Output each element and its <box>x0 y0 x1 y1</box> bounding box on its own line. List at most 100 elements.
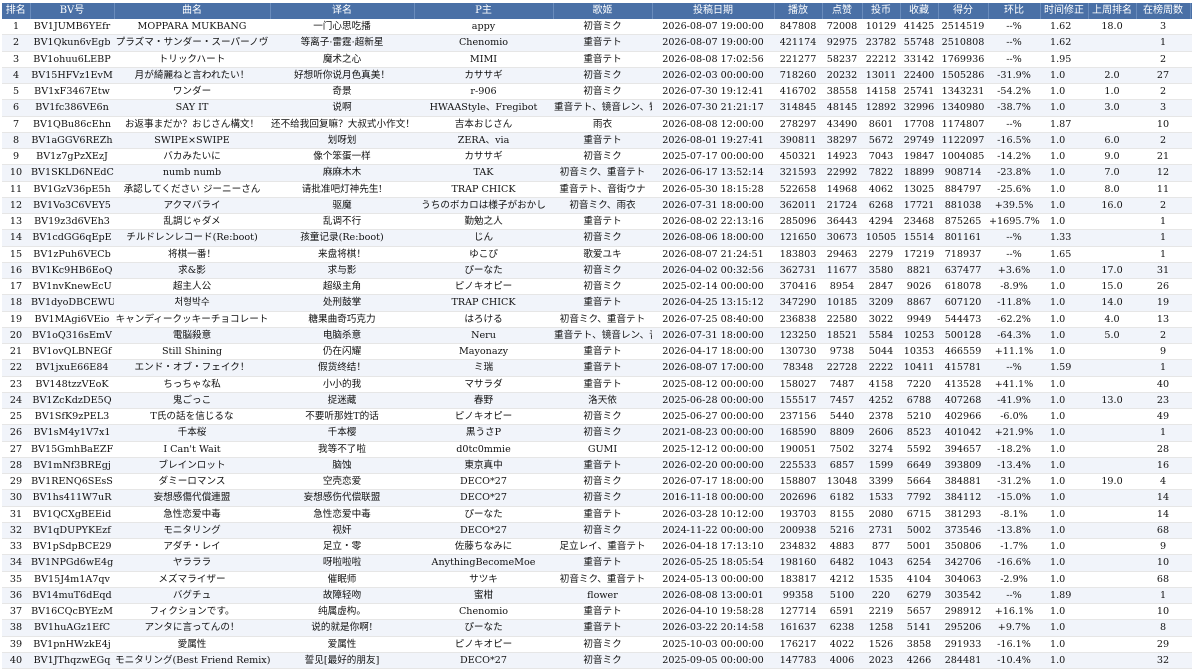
table-row[interactable]: 33 BV1pSdpBCE29 アダチ・レイ 足立・零 佐藤ちなみに 足立レイ、重音テト 2… <box>2 538 1192 556</box>
table-row[interactable]: 15 BV1zPuh6VECb 将棋一番！ 来盘将棋！ ゆこぴ 歌爱ユキ 2026-08-0… <box>2 246 1192 263</box>
table-row[interactable]: 17 BV1nvKnewEcU 超主人公 超级主角 ピノキオピー 初音ミク 2025-02-… <box>2 278 1192 296</box>
table-row[interactable]: 21 BV1ovQLBNEGf Still Shining 仍在闪耀 Mayonazy 重… <box>2 343 1192 361</box>
column-header-likes[interactable]: 点赞 <box>822 3 863 19</box>
table-row[interactable]: 37 BV16CQcBYEzM フィクションです。 纯属虚构。 Chenomio 重音テト… <box>2 603 1192 621</box>
cell-time-correction: 1.0 <box>1040 311 1088 328</box>
table-row[interactable]: 2 BV1Qkun6vEgb プラズマ・サンダー・スーパーノヴ 等离子·雷霆·超新星 C… <box>2 34 1192 52</box>
cell-coins: 4062 <box>862 181 900 198</box>
column-header-views[interactable]: 播放 <box>774 3 823 19</box>
cell-upload-date: 2026-08-07 21:24:51 <box>652 246 774 263</box>
cell-upload-date: 2025-07-17 00:00:00 <box>652 148 774 166</box>
cell-upload-date: 2026-07-31 18:00:00 <box>652 327 774 345</box>
cell-translated-title: 小小的我 <box>270 376 414 393</box>
column-header-score[interactable]: 得分 <box>938 3 989 19</box>
cell-translated-title: 处刑鼓掌 <box>270 294 414 312</box>
cell-favorites: 32996 <box>900 99 938 117</box>
table-row[interactable]: 40 BV1JThqzwEGq モニタリング(Best Friend Remix) 誓… <box>2 652 1192 669</box>
column-header-song-title[interactable]: 曲名 <box>114 3 271 19</box>
cell-likes: 30673 <box>822 229 862 247</box>
table-row[interactable]: 22 BV1jxuE66E84 エンド・オブ・フェイク！ 假货终结！ ミ瑞 重音テト 202… <box>2 359 1192 377</box>
cell-translated-title: 还不给我回复嘛？大叔式小作文！ <box>270 116 414 133</box>
column-header-time-correction[interactable]: 时间修正 <box>1040 3 1089 19</box>
cell-score: 284481 <box>938 652 988 669</box>
cell-favorites: 7792 <box>900 489 938 507</box>
table-row[interactable]: 36 BV14muT6dEqd バグチュ 故障轻吻 蜜柑 flower 2026-08-08… <box>2 587 1192 605</box>
column-header-favorites[interactable]: 收藏 <box>900 3 939 19</box>
column-header-translated-title[interactable]: 译名 <box>270 3 415 19</box>
cell-views: 161637 <box>774 619 822 637</box>
table-row[interactable]: 26 BV1sM4y1V7x1 千本桜 千本樱 黒うさP 初音ミク 2021-08-23 0… <box>2 424 1192 442</box>
cell-time-correction: 1.0 <box>1040 262 1088 280</box>
table-row[interactable]: 31 BV1QCXgBEEid 急性恋爱中毒 急性恋爱中毒 ぴーなた 重音テト 2026-0… <box>2 506 1192 523</box>
table-row[interactable]: 25 BV1SfK9zPEL3 T氏の話を信じるな 不要听那姓T的话 ピノキオピー 初音ミ… <box>2 408 1192 426</box>
cell-time-correction: 1.87 <box>1040 116 1088 133</box>
table-row[interactable]: 30 BV1hs411W7uR 妄想感傷代償連盟 妄想感伤代偿联盟 DECO*27 初音ミ… <box>2 489 1192 507</box>
cell-rank: 24 <box>2 392 30 410</box>
cell-time-correction: 1.62 <box>1040 34 1088 52</box>
table-row[interactable]: 20BV1oQ316sEmV電脳殺意电脑杀意Neru重音テト、镜音レン、音街ウ2… <box>2 327 1192 345</box>
column-header-weeks-on-chart[interactable]: 在榜周数 <box>1136 3 1191 19</box>
column-header-producer[interactable]: P主 <box>414 3 554 19</box>
cell-favorites: 17219 <box>900 246 938 263</box>
table-row[interactable]: 11 BV1GzV36pE5h 承認してください ジーニーさん 请批准吧灯神先生! TR… <box>2 181 1192 198</box>
table-row[interactable]: 1 BV1JUMB6YEfr MOPPARA MUKBANG 一门心思吃播 appy 初音… <box>2 19 1192 36</box>
table-row[interactable]: 9 BV1z7gPzXEzJ バカみたいに 像个笨蛋一样 カササギ 初音ミク 2025-07… <box>2 148 1192 166</box>
table-row[interactable]: 14 BV1cdGG6qEpE チルドレンレコード(Re:boot) 孩童记录(Re:… <box>2 229 1192 247</box>
table-row[interactable]: 23 BV148tzzVEoK ちっちゃな私 小小的我 マサラダ 重音テト 2025-08-… <box>2 376 1192 393</box>
cell-last-week-rank <box>1088 554 1136 572</box>
cell-time-correction: 1.0 <box>1040 197 1088 215</box>
cell-bv-id: BV1zPuh6VECb <box>30 246 114 263</box>
table-row[interactable]: 8 BV1aGGV6REZh SWIPE×SWIPE 划呀划 ZERA、via 重音テト 2… <box>2 132 1192 150</box>
cell-producer: HWAAStyle、Fregibot <box>414 99 553 117</box>
column-header-change[interactable]: 环比 <box>988 3 1041 19</box>
cell-producer: DECO*27 <box>414 522 553 540</box>
column-header-rank[interactable]: 排名 <box>2 3 31 19</box>
table-row[interactable]: 28 BV1mNf3BREgj ブレインロット 脑蚀 東京真中 重音テト 2026-02-2… <box>2 457 1192 475</box>
cell-views: 127714 <box>774 603 822 621</box>
cell-rank: 20 <box>2 327 30 345</box>
cell-translated-title: 魔术之心 <box>270 51 414 68</box>
table-row[interactable]: 38 BV1huAGz1EfC アンタに言ってんの！ 说的就是你啊! ぴーなた 重音テト 2… <box>2 619 1192 637</box>
cell-score: 718937 <box>938 246 988 263</box>
table-row[interactable]: 13 BV19z3d6VEh3 乱調じゃダメ 乱调不行 勤勉之人 重音テト 2026-08-… <box>2 213 1192 231</box>
column-header-coins[interactable]: 投币 <box>862 3 901 19</box>
cell-time-correction: 1.0 <box>1040 132 1088 150</box>
cell-rank: 37 <box>2 603 30 621</box>
cell-translated-title: 故障轻吻 <box>270 587 414 605</box>
table-row[interactable]: 19 BV1MAgi6VEio キャンディークッキーチョコレート 糖果曲奇巧克力 はろけ… <box>2 311 1192 328</box>
cell-time-correction: 1.0 <box>1040 554 1088 572</box>
table-row[interactable]: 24 BV1ZcKdzDE5Q 鬼ごっこ 捉迷藏 春野 洛天依 2025-06-28 00:… <box>2 392 1192 410</box>
table-row[interactable]: 39 BV1pnHWzkE4j 愛属性 爱属性 ピノキオピー 初音ミク 2025-10-03… <box>2 636 1192 653</box>
table-row[interactable]: 7 BV1QBu86cEhn お返事まだか？おじさん構文！ 还不给我回复嘛？大叔式小作… <box>2 116 1192 133</box>
table-row[interactable]: 18 BV1dyoDBCEWU 처형박수 处刑鼓掌 TRAP CHICK 重音テト 2026… <box>2 294 1192 312</box>
cell-likes: 29463 <box>822 246 862 263</box>
table-row[interactable]: 6 BV1fc386VE6n SAY IT 说啊 HWAAStyle、Fregibot 重… <box>2 99 1192 117</box>
table-row[interactable]: 12 BV1Vo3C6VEY5 アクマバライ 驱魔 うちのボカロは様子がおかし 初音ミク、… <box>2 197 1192 215</box>
table-row[interactable]: 29 BV1RENQ6SEsS ダミーロマンス 空壳恋爱 DECO*27 初音ミク 2026… <box>2 473 1192 491</box>
table-row[interactable]: 3 BV1ohuu6LEBP トリックハート 魔术之心 MIMI 重音テト 2026-08-… <box>2 51 1192 68</box>
cell-change: -64.3% <box>988 327 1040 345</box>
cell-translated-title: 求与影 <box>270 262 414 280</box>
cell-change: -14.2% <box>988 148 1040 166</box>
cell-translated-title: 等离子·雷霆·超新星 <box>270 34 414 52</box>
cell-rank: 9 <box>2 148 30 166</box>
table-row[interactable]: 35 BV15J4m1A7qv メズマライザー 催眠师 サツキ 初音ミク、重音テト 2024… <box>2 571 1192 588</box>
table-row[interactable]: 4 BV15HFVz1EvM 月が綺麗ねと言われたい！ 好想听你说月色真美！ カササギ初… <box>2 67 1192 85</box>
cell-change: -54.2% <box>988 83 1040 101</box>
table-row[interactable]: 32 BV1qDUPYKEzf モニタリング 视奸 DECO*27 初音ミク 2024-11… <box>2 522 1192 540</box>
cell-weeks-on-chart: 3 <box>1136 19 1190 36</box>
column-header-bv-id[interactable]: BV号 <box>30 3 115 19</box>
table-row[interactable]: 10 BV1SKLD6NEdC numb numb 麻麻木木 TAK 初音ミク、重音テト 2… <box>2 164 1192 182</box>
table-row[interactable]: 34 BV1NPGd6wE4g ヤラララ 呀啦啦啦 AnythingBecomeMoe 重… <box>2 554 1192 572</box>
column-header-upload-date[interactable]: 投稿日期 <box>652 3 775 19</box>
cell-coins: 6268 <box>862 197 900 215</box>
column-header-last-week-rank[interactable]: 上周排名 <box>1088 3 1137 19</box>
cell-coins: 2606 <box>862 424 900 442</box>
table-row[interactable]: 16 BV1Kc9HB6EoQ 求&影 求与影 ぴーなた 初音ミク 2026-04-02 0… <box>2 262 1192 280</box>
table-row[interactable]: 27 BV15GmhBaEZF I Can't Wait 我等不了啦 d0tc0mmie… <box>2 441 1192 458</box>
cell-coins: 1533 <box>862 489 900 507</box>
table-row[interactable]: 5 BV1xF3467Etw ワンダー 奇景 r-906 初音ミク 2026-07-30 1… <box>2 83 1192 101</box>
cell-translated-title: 视奸 <box>270 522 414 540</box>
column-header-vocaloid[interactable]: 歌姬 <box>553 3 653 19</box>
cell-last-week-rank <box>1088 603 1136 621</box>
